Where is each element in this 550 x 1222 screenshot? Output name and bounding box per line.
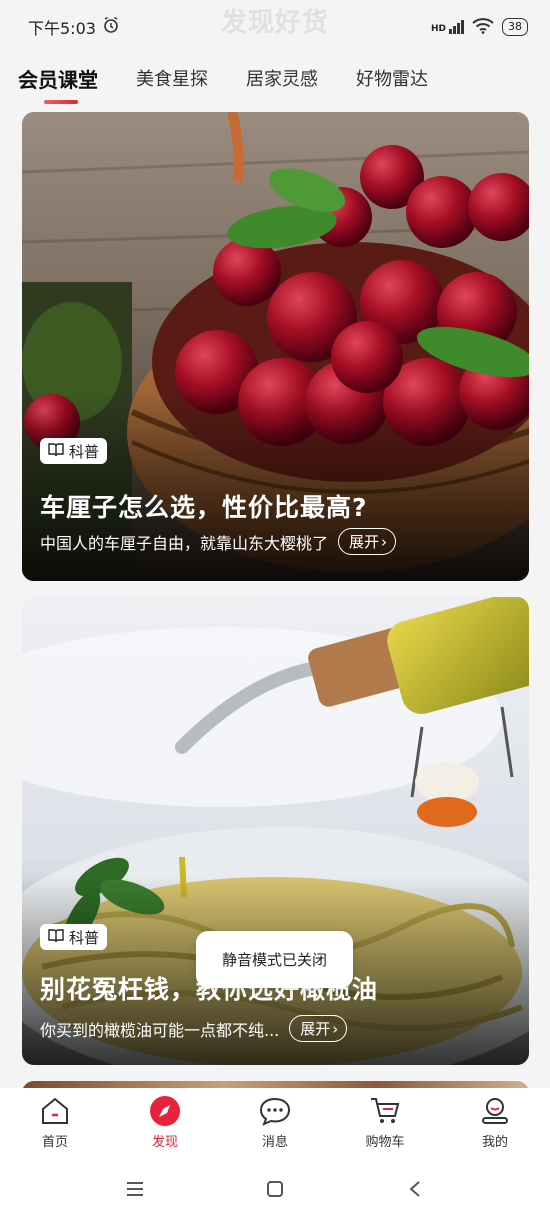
profile-icon [479,1095,511,1127]
expand-button[interactable]: 展开 › [289,1015,348,1042]
nav-profile-label: 我的 [481,1134,508,1150]
status-time: 下午5:03 [28,19,96,38]
tag-label: 科普 [69,442,100,461]
chevron-right-icon: › [332,1019,339,1038]
nav-cart-label: 购物车 [365,1134,405,1150]
network-type: HD [430,24,446,34]
home-square-icon[interactable] [255,1169,295,1209]
nav-discover-label: 发现 [151,1134,178,1150]
system-nav-bar [0,1156,550,1222]
article-card[interactable]: 科普 车厘子怎么选，性价比最高? 中国人的车厘子自由，就靠山东大樱桃了 展开 › [22,112,529,581]
article-subtitle: 你买到的橄榄油可能一点都不纯... [40,1020,280,1040]
nav-cart[interactable]: 购物车 [340,1095,430,1150]
nav-home-label: 首页 [41,1134,68,1150]
category-tag: 科普 [40,924,108,950]
article-subtitle: 中国人的车厘子自由，就靠山东大樱桃了 [40,533,329,553]
tab-food-scout[interactable]: 美食星探 [136,64,208,100]
chevron-right-icon: › [381,532,388,551]
toast-message: 静音模式已关闭 [196,931,353,988]
message-icon [259,1095,291,1127]
tab-home-inspiration[interactable]: 居家灵感 [246,64,318,100]
status-bar: 下午5:03 HD 38 [0,0,550,54]
nav-messages[interactable]: 消息 [230,1095,320,1150]
signal-icon: HD [431,20,464,34]
tab-goods-radar[interactable]: 好物雷达 [356,64,428,100]
expand-button[interactable]: 展开 › [338,528,397,555]
category-tabs: 会员课堂 美食星探 居家灵感 好物雷达 [0,58,550,106]
article-title: 车厘子怎么选，性价比最高? [40,493,368,522]
nav-profile[interactable]: 我的 [450,1095,540,1150]
book-icon [48,442,64,461]
nav-discover[interactable]: 发现 [120,1095,210,1150]
wifi-icon [472,17,494,37]
tag-label: 科普 [69,928,100,947]
bottom-nav: 首页 发现 消息 购物车 我的 [0,1088,550,1156]
battery-indicator: 38 [502,18,528,36]
category-tag: 科普 [40,438,108,464]
compass-icon [149,1095,181,1127]
alarm-icon [102,16,120,38]
nav-messages-label: 消息 [261,1134,288,1150]
nav-home[interactable]: 首页 [10,1095,100,1150]
cart-icon [369,1095,401,1127]
menu-icon[interactable] [115,1169,155,1209]
article-card[interactable]: 科普 别花冤枉钱，教你选好橄榄油 你买到的橄榄油可能一点都不纯... 展开 › [22,597,529,1065]
tab-member-class[interactable]: 会员课堂 [18,64,98,104]
home-icon [39,1095,71,1127]
back-icon[interactable] [395,1169,435,1209]
book-icon [48,928,64,947]
